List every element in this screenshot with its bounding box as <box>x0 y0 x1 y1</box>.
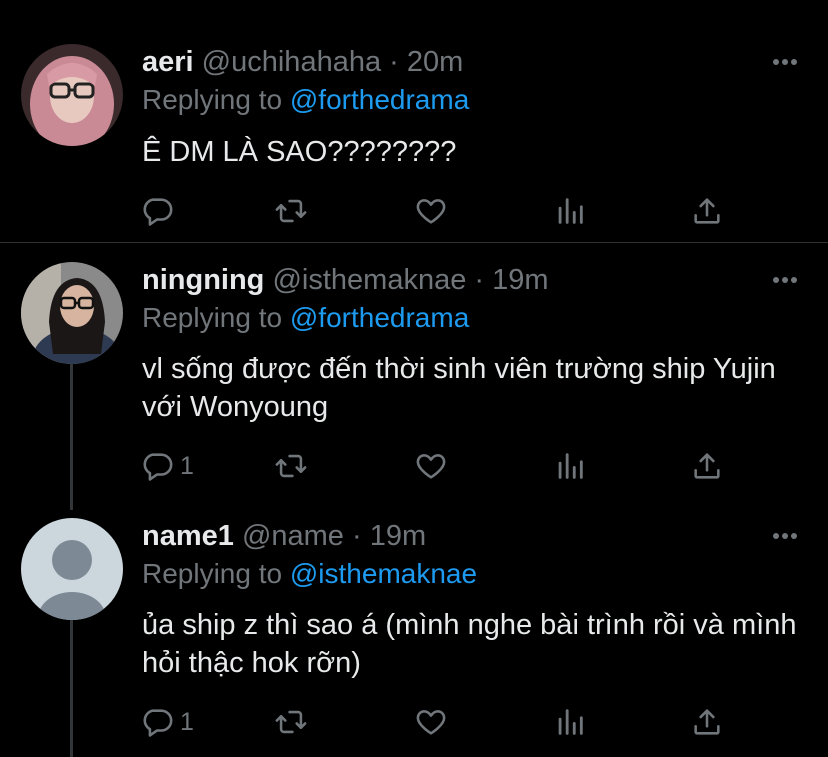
retweet-icon <box>275 710 307 734</box>
like-icon <box>416 710 446 735</box>
tweet-header: aeri @uchihahaha · 20m <box>142 44 463 80</box>
action-bar <box>140 194 740 228</box>
tweet-1[interactable]: aeri @uchihahaha · 20m Replying to @fort… <box>0 0 828 242</box>
retweet-button[interactable] <box>274 705 308 739</box>
more-icon[interactable] <box>770 270 800 290</box>
tweet-text: vl sống được đến thời sinh viên trường s… <box>142 353 776 423</box>
tweet-header: ningning @isthemaknae · 19m <box>142 262 549 298</box>
tweet-2[interactable]: ningning @isthemaknae · 19m Replying to … <box>0 243 828 508</box>
replying-prefix: Replying to <box>142 84 283 115</box>
share-icon <box>694 198 720 224</box>
analytics-icon <box>558 198 583 224</box>
avatar-image <box>21 44 123 146</box>
reply-count: 1 <box>180 451 194 480</box>
analytics-icon <box>558 453 583 479</box>
reply-count: 1 <box>180 707 194 736</box>
timestamp[interactable]: 19m <box>492 264 548 296</box>
share-button[interactable] <box>690 194 724 228</box>
separator: · <box>352 520 362 552</box>
avatar-image <box>21 262 123 364</box>
analytics-icon <box>558 709 583 735</box>
action-bar: 1 <box>140 705 740 739</box>
separator: · <box>474 264 485 296</box>
display-name[interactable]: ningning <box>142 264 264 296</box>
analytics-button[interactable] <box>553 194 587 228</box>
replying-to: Replying to @isthemaknae <box>142 556 477 592</box>
analytics-button[interactable] <box>553 449 587 483</box>
display-name[interactable]: aeri <box>142 46 194 78</box>
mention-link[interactable]: @forthedrama <box>290 84 469 115</box>
display-name[interactable]: name1 <box>142 520 234 552</box>
reply-icon <box>143 198 173 226</box>
separator: · <box>389 46 399 78</box>
share-button[interactable] <box>690 705 724 739</box>
replying-to: Replying to @forthedrama <box>142 82 469 118</box>
action-bar: 1 <box>140 449 740 483</box>
user-handle[interactable]: @isthemaknae <box>272 264 466 296</box>
retweet-button[interactable] <box>274 449 308 483</box>
reply-button[interactable]: 1 <box>140 705 194 739</box>
replying-prefix: Replying to <box>142 302 283 333</box>
like-button[interactable] <box>414 705 448 739</box>
retweet-icon <box>275 199 307 223</box>
like-icon <box>416 199 446 224</box>
avatar[interactable] <box>21 44 123 146</box>
reply-button[interactable]: 1 <box>140 449 194 483</box>
default-profile-icon <box>21 518 123 620</box>
replying-to: Replying to @forthedrama <box>142 300 469 336</box>
reply-icon <box>143 709 173 737</box>
tweet-header: name1 @name · 19m <box>142 518 426 554</box>
more-icon[interactable] <box>770 526 800 546</box>
timestamp[interactable]: 19m <box>370 520 426 552</box>
mention-link[interactable]: @forthedrama <box>290 302 469 333</box>
avatar[interactable] <box>21 262 123 364</box>
tweet-3[interactable]: name1 @name · 19m Replying to @isthemakn… <box>0 508 828 757</box>
retweet-button[interactable] <box>274 194 308 228</box>
share-button[interactable] <box>690 449 724 483</box>
user-handle[interactable]: @name <box>242 520 344 552</box>
like-button[interactable] <box>414 449 448 483</box>
mention-link[interactable]: @isthemaknae <box>290 558 477 589</box>
analytics-button[interactable] <box>553 705 587 739</box>
like-button[interactable] <box>414 194 448 228</box>
timestamp[interactable]: 20m <box>407 46 463 78</box>
share-icon <box>694 453 720 479</box>
reply-button[interactable] <box>140 194 180 228</box>
like-icon <box>416 454 446 479</box>
reply-icon <box>143 453 173 481</box>
replying-prefix: Replying to <box>142 558 283 589</box>
tweet-text: Ê DM LÀ SAO???????? <box>142 136 457 168</box>
avatar[interactable] <box>21 518 123 620</box>
more-icon[interactable] <box>770 52 800 72</box>
tweet-text: ủa ship z thì sao á (mình nghe bài trình… <box>142 609 797 679</box>
retweet-icon <box>275 454 307 478</box>
share-icon <box>694 709 720 735</box>
user-handle[interactable]: @uchihahaha <box>202 46 381 78</box>
